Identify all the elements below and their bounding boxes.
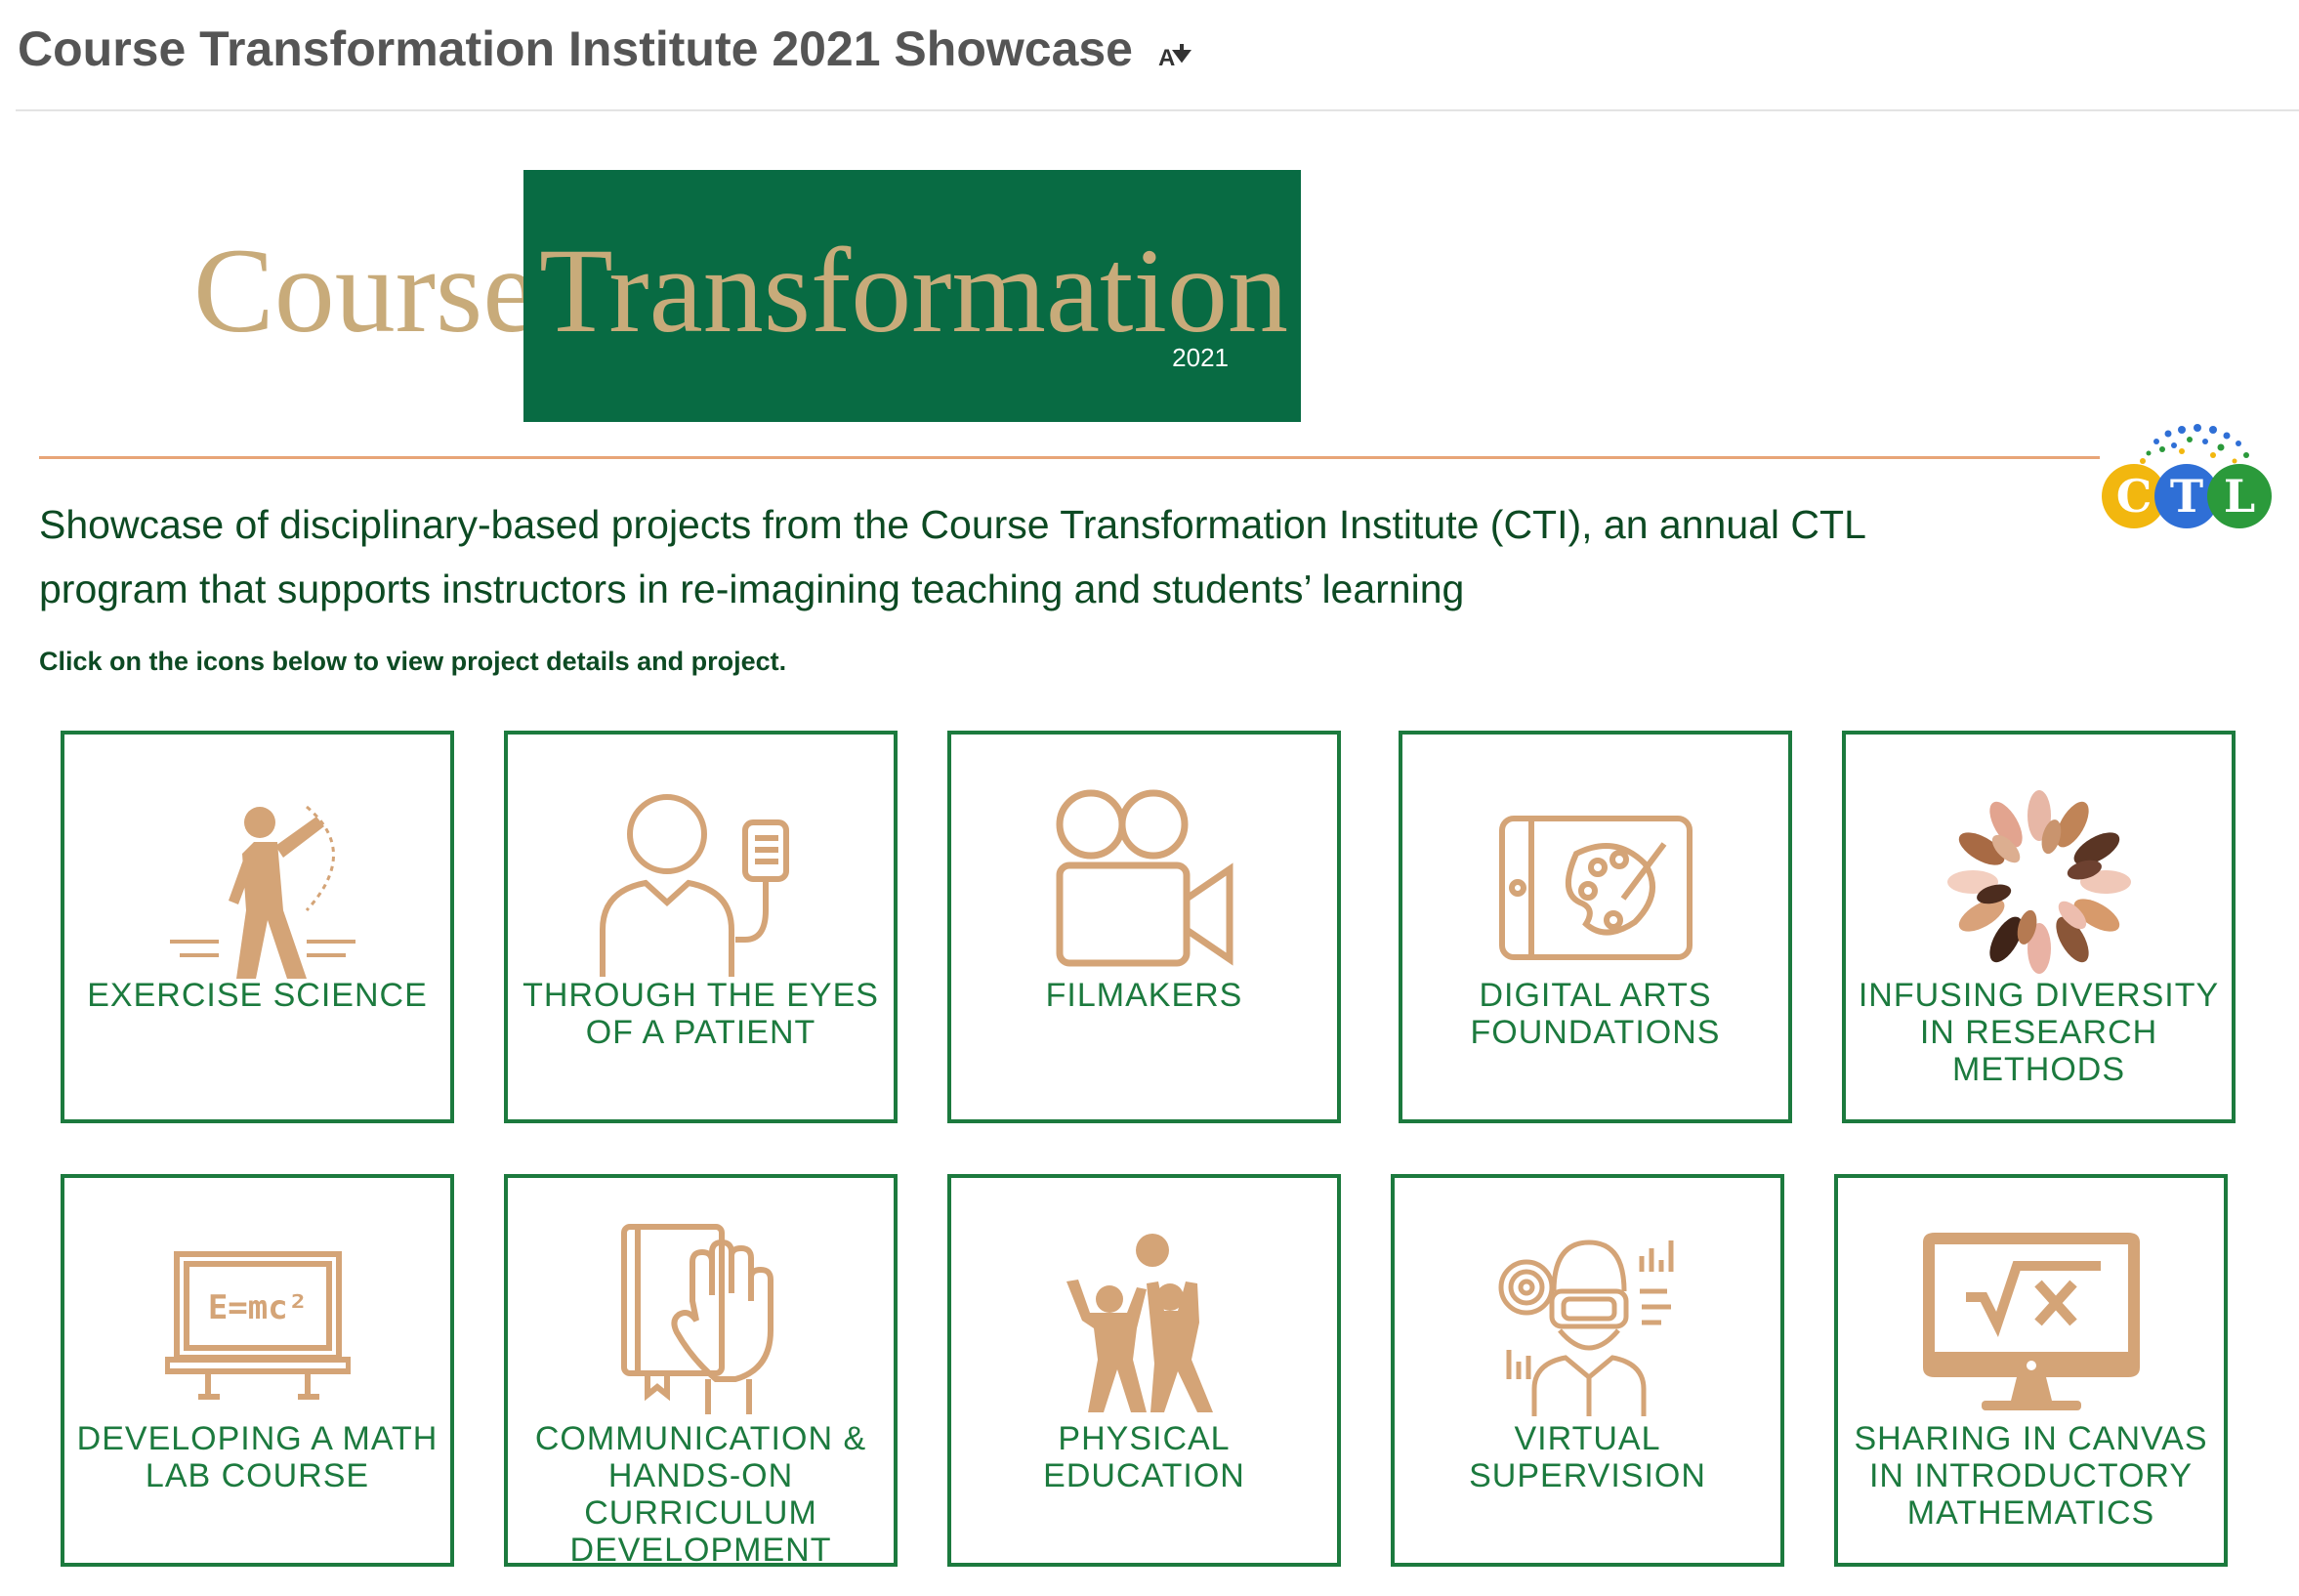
title-divider (16, 109, 2299, 111)
monitor-math-icon (1922, 1233, 2140, 1410)
logo-word-transformation: Transformation (539, 224, 1288, 357)
tile-label: PHYSICAL EDUCATION (1043, 1420, 1245, 1494)
page-title-text: Course Transformation Institute 2021 Sho… (18, 21, 1133, 76)
tile-digital-arts-foundations[interactable]: DIGITAL ARTS FOUNDATIONS (1399, 731, 1792, 1123)
tile-label: COMMUNICATION & HANDS-ON CURRICULUM DEVE… (534, 1420, 867, 1569)
tile-filmakers[interactable]: FILMAKERS (947, 731, 1341, 1123)
tile-infusing-diversity[interactable]: INFUSING DIVERSITY IN RESEARCH METHODS (1842, 731, 2236, 1123)
film-camera-icon (1056, 789, 1233, 967)
tile-label: INFUSING DIVERSITY IN RESEARCH METHODS (1858, 977, 2220, 1088)
tile-exercise-science[interactable]: EXERCISE SCIENCE (61, 731, 454, 1123)
patient-icon (599, 794, 789, 977)
tile-label: DEVELOPING A MATH LAB COURSE (76, 1420, 439, 1494)
kids-ball-icon (1066, 1234, 1213, 1412)
ctl-logo: C T L (2102, 424, 2272, 528)
instruction-text: Click on the icons below to view project… (39, 647, 787, 676)
tile-through-the-eyes-of-a-patient[interactable]: THROUGH THE EYES OF A PATIENT (504, 731, 898, 1123)
tile-label: DIGITAL ARTS FOUNDATIONS (1470, 977, 1721, 1051)
tablet-palette-icon (1498, 816, 1693, 960)
logo-year: 2021 (1172, 343, 1229, 372)
tile-physical-education[interactable]: PHYSICAL EDUCATION (947, 1174, 1341, 1567)
tile-label: THROUGH THE EYES OF A PATIENT (522, 977, 879, 1051)
vr-headset-icon (1498, 1239, 1673, 1416)
tile-communication-hands-on[interactable]: COMMUNICATION & HANDS-ON CURRICULUM DEVE… (504, 1174, 898, 1569)
showcase-description: Showcase of disciplinary-based projects … (39, 502, 1865, 611)
course-transformation-logo: Transformation 2021 (523, 170, 1301, 422)
diverse-hands-icon (1946, 790, 2131, 974)
tile-developing-a-math-lab-course[interactable]: E=mc² DEVELOPING A MATH LAB COURSE (61, 1174, 454, 1567)
svg-text:L: L (2224, 470, 2255, 523)
tile-label: FILMAKERS (1045, 977, 1243, 1014)
tile-label: SHARING IN CANVAS IN INTRODUCTORY MATHEM… (1854, 1420, 2208, 1532)
blackboard-icon: E=mc² (164, 1251, 351, 1400)
tile-label: EXERCISE SCIENCE (87, 977, 428, 1014)
tile-label: VIRTUAL SUPERVISION (1469, 1420, 1706, 1494)
book-hand-icon (620, 1224, 773, 1414)
tile-sharing-in-canvas[interactable]: SHARING IN CANVAS IN INTRODUCTORY MATHEM… (1834, 1174, 2228, 1567)
tile-virtual-supervision[interactable]: VIRTUAL SUPERVISION (1391, 1174, 1784, 1567)
svg-text:E=mc²: E=mc² (207, 1288, 307, 1327)
text-direction-icon[interactable]: A (1156, 18, 1195, 88)
svg-text:T: T (2170, 470, 2203, 523)
svg-text:C: C (2116, 470, 2153, 523)
logo-word-course: Course (193, 224, 537, 357)
page-title: Course Transformation Institute 2021 Sho… (18, 14, 1195, 88)
exercise-icon (169, 805, 355, 979)
section-divider (39, 456, 2100, 459)
svg-text:A: A (1158, 45, 1175, 69)
